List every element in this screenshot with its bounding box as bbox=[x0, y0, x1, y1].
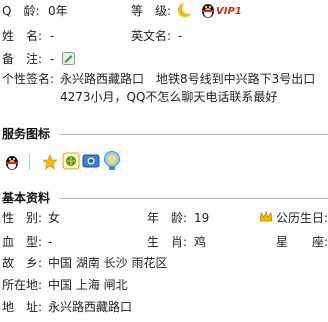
blood-type-value: - bbox=[48, 235, 53, 249]
english-name-label: 英文名: bbox=[131, 29, 172, 43]
gender-label: 性 别: bbox=[2, 211, 43, 225]
zodiac-value: 鸡 bbox=[194, 235, 207, 249]
crown-icon bbox=[259, 211, 273, 222]
services-separator bbox=[29, 154, 30, 170]
english-name-value: - bbox=[178, 29, 183, 43]
basic-age-label: 年 龄: bbox=[147, 211, 188, 225]
qq-penguin-icon bbox=[202, 4, 214, 18]
blood-type-label: 血 型: bbox=[2, 235, 43, 249]
name-value: - bbox=[50, 29, 55, 43]
edit-remark-icon[interactable] bbox=[62, 52, 75, 65]
signature-label: 个性签名: bbox=[2, 72, 55, 86]
signature-line-2: 4273小月，QQ不怎么聊天电话联系最好 bbox=[60, 90, 278, 104]
zodiac-label: 生 肖: bbox=[147, 235, 188, 249]
basic-info-title: 基本资料 bbox=[2, 191, 51, 205]
location-label: 所在地: bbox=[2, 278, 43, 292]
qq-penguin-icon[interactable] bbox=[4, 153, 20, 171]
star-icon[interactable] bbox=[42, 154, 58, 170]
hometown-label: 故 乡: bbox=[2, 256, 43, 270]
hometown-value: 中国 湖南 长沙 雨花区 bbox=[48, 256, 168, 270]
qq-age-label: Q 龄: bbox=[2, 4, 40, 18]
address-value: 永兴路西藏路口 bbox=[48, 300, 133, 314]
basic-info-divider bbox=[60, 198, 328, 199]
qq-age-value: 0年 bbox=[48, 4, 68, 18]
basic-age-value: 19 bbox=[194, 211, 210, 225]
qq-show-icon[interactable] bbox=[103, 151, 121, 171]
level-label: 等 级: bbox=[131, 4, 172, 18]
location-value: 中国 上海 闸北 bbox=[48, 278, 128, 292]
address-label: 地 址: bbox=[2, 300, 43, 314]
remark-label: 备 注: bbox=[2, 52, 43, 66]
birthday-label: 公历生日: bbox=[276, 211, 328, 225]
constellation-label: 星 座: bbox=[276, 235, 328, 249]
name-label: 姓 名: bbox=[2, 29, 43, 43]
gender-value: 女 bbox=[48, 211, 61, 225]
signature-line-1: 永兴路西藏路口 地铁8号线到中兴路下3号出口 15 bbox=[60, 72, 328, 86]
photo-icon[interactable] bbox=[82, 153, 100, 169]
services-title: 服务图标 bbox=[2, 127, 51, 141]
services-divider bbox=[60, 134, 328, 135]
qzone-icon[interactable] bbox=[62, 152, 80, 170]
vip-badge: VIP1 bbox=[216, 6, 242, 17]
moon-level-icon bbox=[178, 2, 194, 17]
remark-value: - bbox=[50, 52, 55, 66]
